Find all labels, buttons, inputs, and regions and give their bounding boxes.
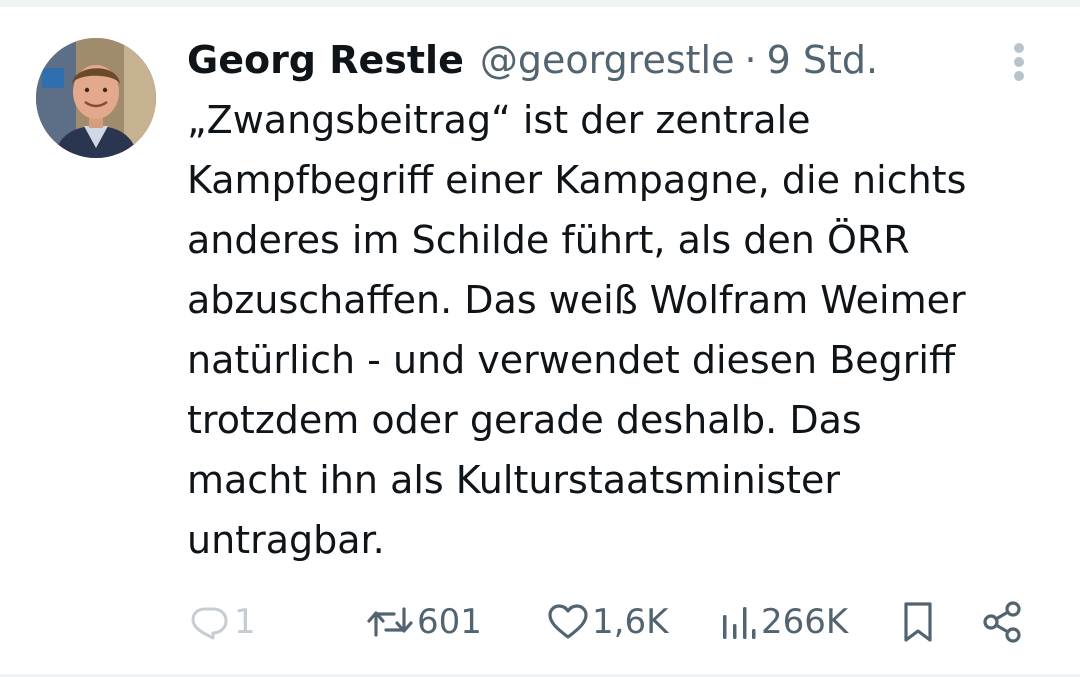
more-vertical-icon[interactable] xyxy=(1005,40,1035,84)
avatar-photo xyxy=(36,38,156,158)
tweet-text: „Zwangsbeitrag“ ist der zentrale Kampfbe… xyxy=(187,98,967,562)
like-count: 1,6K xyxy=(592,602,669,642)
heart-icon xyxy=(548,604,588,639)
top-divider xyxy=(0,0,1080,7)
tweet-header: Georg Restle @georgrestle · 9 Std. xyxy=(187,36,878,84)
share-button[interactable] xyxy=(980,598,1024,646)
bookmark-icon xyxy=(904,602,932,642)
action-bar: 1 601 1,6K 266K xyxy=(188,598,1033,646)
author-handle[interactable]: @georgrestle xyxy=(480,38,735,82)
tweet: Georg Restle @georgrestle · 9 Std. „Zwan… xyxy=(0,0,1080,677)
retweet-button[interactable]: 601 xyxy=(365,598,482,646)
retweet-icon xyxy=(367,607,413,637)
reply-bubble-icon xyxy=(191,607,228,640)
views-button[interactable]: 266K xyxy=(719,598,848,646)
header-separator: · xyxy=(744,38,757,82)
share-icon xyxy=(983,601,1021,643)
views-count: 266K xyxy=(761,602,849,642)
reply-count: 1 xyxy=(234,602,256,642)
tweet-timestamp[interactable]: 9 Std. xyxy=(767,38,878,82)
views-chart-icon xyxy=(723,607,756,639)
reply-button[interactable]: 1 xyxy=(188,598,256,646)
like-button[interactable]: 1,6K xyxy=(546,598,668,646)
retweet-count: 601 xyxy=(417,602,482,642)
bookmark-button[interactable] xyxy=(898,598,938,646)
author-display-name[interactable]: Georg Restle xyxy=(187,38,464,82)
avatar[interactable] xyxy=(36,38,156,158)
